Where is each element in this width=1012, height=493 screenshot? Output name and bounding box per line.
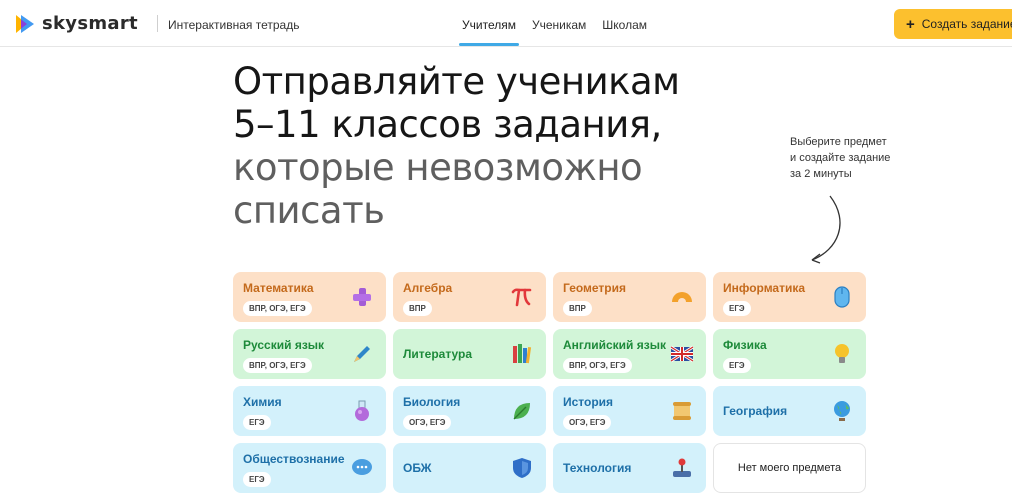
subject-card-literature[interactable]: Литература [393, 329, 546, 379]
headline-line-4: списать [233, 189, 385, 232]
top-header: skysmart Интерактивная тетрадь Учителям … [0, 0, 1012, 47]
joystick-icon [673, 458, 691, 477]
lightbulb-icon [835, 344, 849, 363]
exam-tags: ВПР [403, 301, 432, 316]
pen-icon [354, 346, 370, 362]
mouse-icon [834, 286, 850, 308]
scroll-icon [673, 402, 691, 420]
exam-tags: ЕГЭ [243, 472, 271, 487]
no-subject-card[interactable]: Нет моего предмета [713, 443, 866, 493]
logo-mark-icon [16, 14, 36, 33]
headline-line-1: Отправляйте ученикам [233, 60, 680, 103]
subject-card-algebra[interactable]: Алгебра ВПР [393, 272, 546, 322]
nav-schools[interactable]: Школам [602, 0, 647, 46]
brand-name: skysmart [42, 13, 138, 34]
exam-tags: ВПР, ОГЭ, ЕГЭ [243, 301, 312, 316]
divider [157, 15, 158, 32]
chat-icon [352, 459, 372, 475]
create-task-button[interactable]: + Создать задание [894, 9, 1012, 39]
subject-card-obzh[interactable]: ОБЖ [393, 443, 546, 493]
hint-line-3: за 2 минуты [790, 168, 852, 180]
protractor-icon [672, 292, 692, 302]
subject-card-informatics[interactable]: Информатика ЕГЭ [713, 272, 866, 322]
subject-card-geometry[interactable]: Геометрия ВПР [553, 272, 706, 322]
leaf-icon [513, 403, 530, 420]
curved-arrow-icon [811, 195, 841, 264]
exam-tags: ЕГЭ [723, 301, 751, 316]
subject-card-geography[interactable]: География [713, 386, 866, 436]
exam-tags: ВПР, ОГЭ, ЕГЭ [563, 358, 632, 373]
books-icon [513, 344, 532, 364]
exam-tags: ОГЭ, ЕГЭ [403, 415, 452, 430]
headline-line-2: 5–11 классов задания, [233, 103, 662, 146]
subject-card-history[interactable]: История ОГЭ, ЕГЭ [553, 386, 706, 436]
headline-line-3: которые невозможно [233, 146, 643, 189]
exam-tags: ЕГЭ [723, 358, 751, 373]
exam-tags: ВПР [563, 301, 592, 316]
exam-tags: ЕГЭ [243, 415, 271, 430]
skysmart-logo[interactable]: skysmart [16, 13, 138, 34]
globe-icon [834, 401, 850, 421]
subject-card-physics[interactable]: Физика ЕГЭ [713, 329, 866, 379]
subject-card-math[interactable]: Математика ВПР, ОГЭ, ЕГЭ [233, 272, 386, 322]
product-name: Интерактивная тетрадь [168, 18, 300, 32]
exam-tags: ВПР, ОГЭ, ЕГЭ [243, 358, 312, 373]
exam-tags: ОГЭ, ЕГЭ [563, 415, 612, 430]
create-task-label: Создать задание [921, 17, 1012, 31]
hero-headline: Отправляйте ученикам 5–11 классов задани… [233, 60, 680, 232]
main-nav: Учителям Ученикам Школам [459, 0, 663, 46]
subject-card-chemistry[interactable]: Химия ЕГЭ [233, 386, 386, 436]
subject-card-english[interactable]: Английский язык ВПР, ОГЭ, ЕГЭ [553, 329, 706, 379]
hint-line-1: Выберите предмет [790, 136, 887, 148]
shield-icon [513, 458, 531, 478]
uk-flag-icon [670, 345, 694, 363]
subject-card-russian[interactable]: Русский язык ВПР, ОГЭ, ЕГЭ [233, 329, 386, 379]
subject-card-social-studies[interactable]: Обществознание ЕГЭ [233, 443, 386, 493]
hint-line-2: и создайте задание [790, 152, 891, 164]
nav-students[interactable]: Ученикам [532, 0, 586, 46]
no-subject-label: Нет моего предмета [737, 462, 842, 474]
plus-icon: + [906, 15, 915, 33]
hint-text: Выберите предмет и создайте задание за 2… [790, 134, 890, 182]
pi-icon [511, 288, 532, 307]
plus-icon [353, 288, 371, 306]
nav-teachers[interactable]: Учителям [459, 0, 519, 46]
subject-card-technology[interactable]: Технология [553, 443, 706, 493]
flask-icon [355, 400, 369, 421]
subject-card-biology[interactable]: Биология ОГЭ, ЕГЭ [393, 386, 546, 436]
